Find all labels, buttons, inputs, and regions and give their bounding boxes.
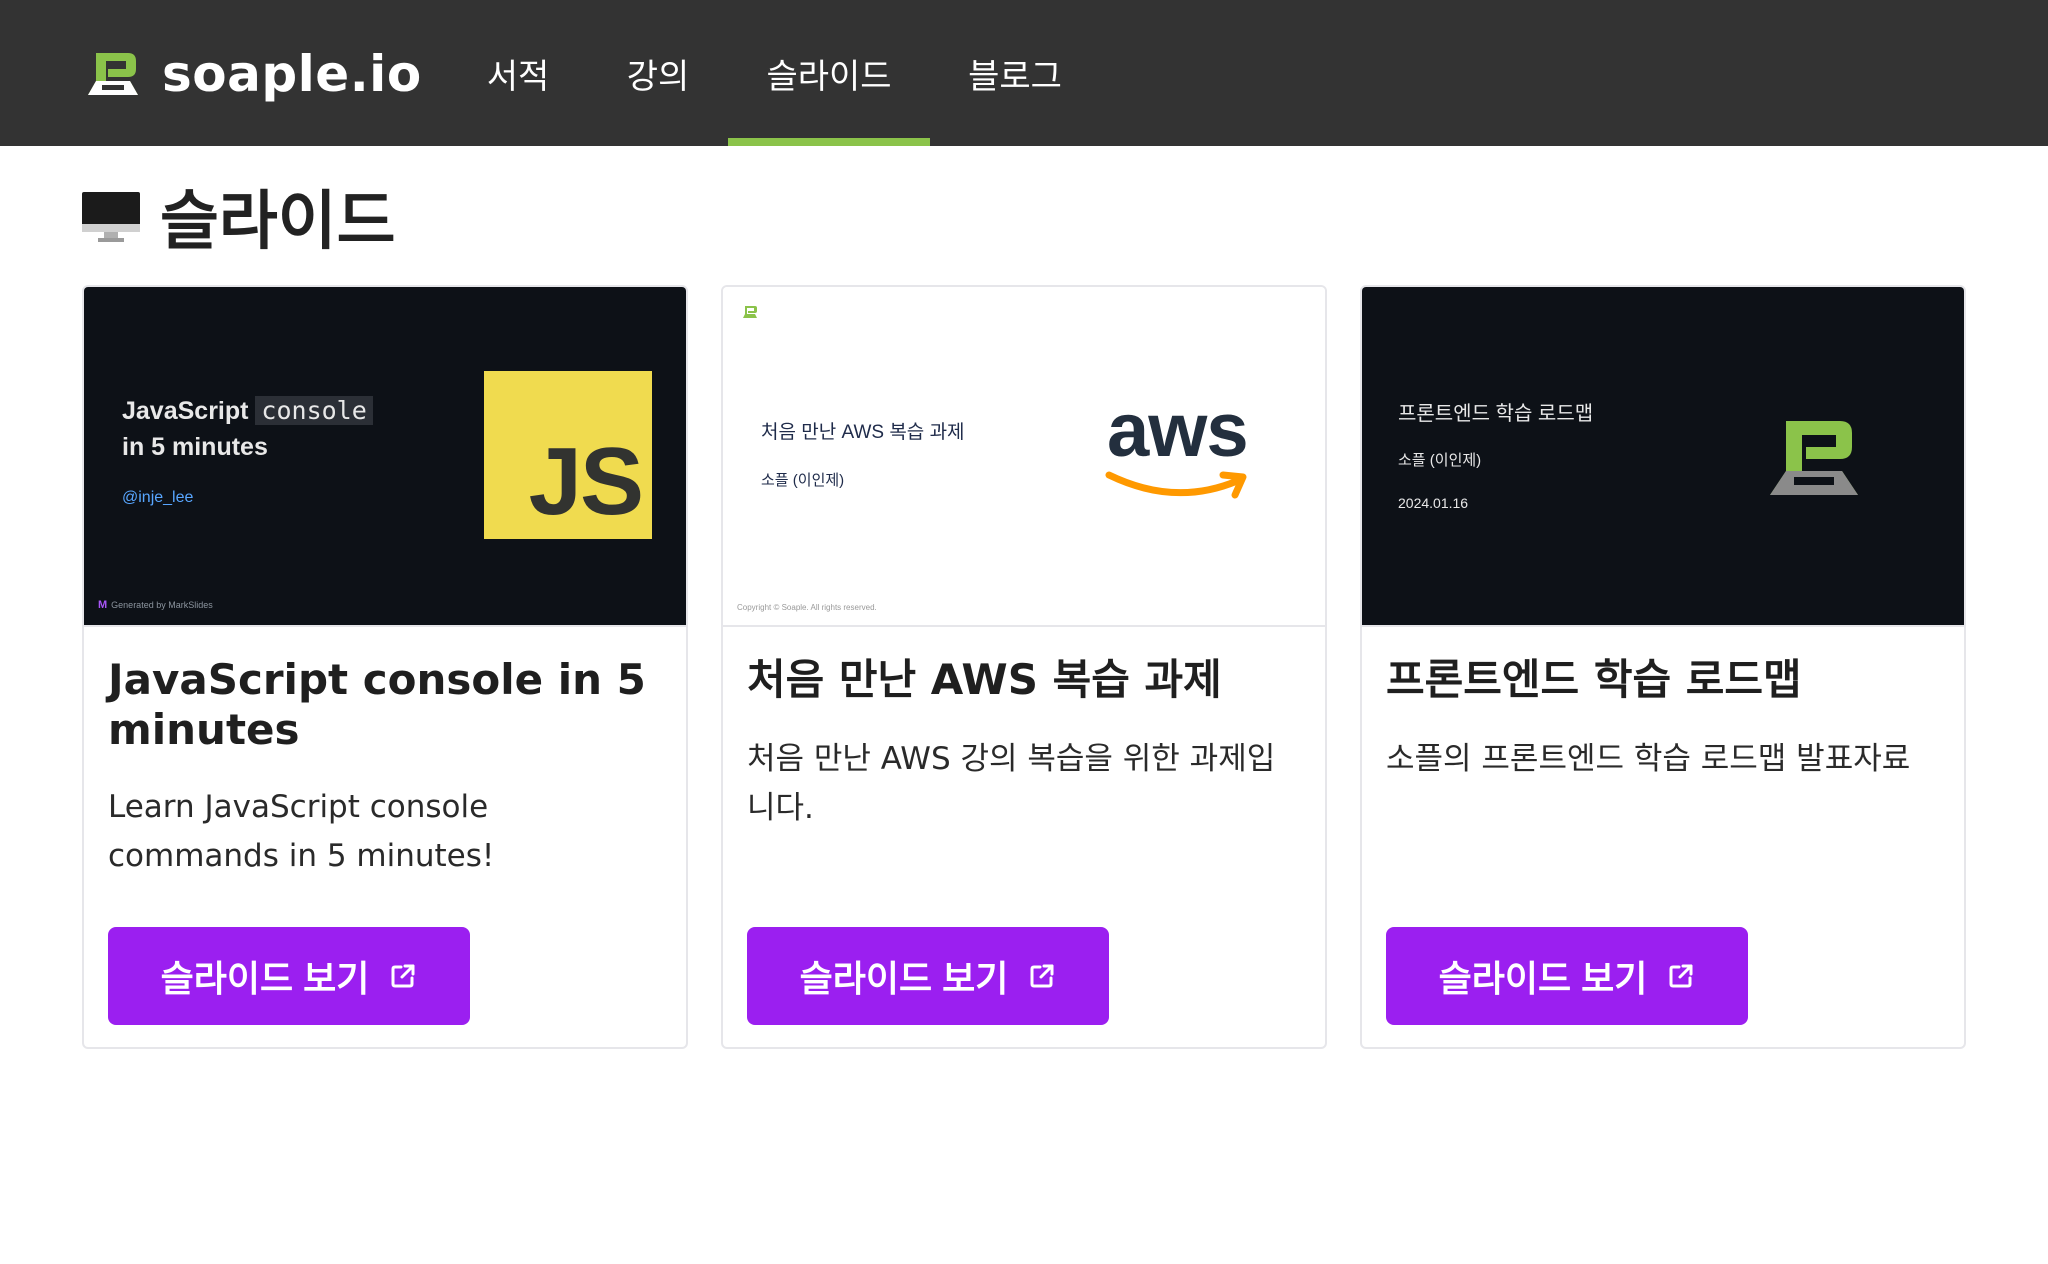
page-title: 슬라이드: [160, 185, 396, 259]
page-heading: 슬라이드: [80, 176, 396, 259]
thumb-author: 소플 (이인제): [761, 472, 845, 489]
thumb-title-code: console: [255, 396, 373, 425]
card-description: 처음 만난 AWS 강의 복습을 위한 과제입니다.: [747, 741, 1276, 826]
soaple-logo-icon: [1770, 421, 1858, 495]
slide-thumbnail[interactable]: 프론트엔드 학습 로드맵 소플 (이인제) 2024.01.16: [1362, 287, 1964, 627]
thumb-footer: M Generated by MarkSlides: [98, 599, 213, 611]
view-slide-button[interactable]: 슬라이드 보기: [108, 927, 470, 1025]
markslides-logo-icon: M: [98, 599, 108, 611]
slide-thumbnail[interactable]: 처음 만난 AWS 복습 과제 소플 (이인제) aws Copyright ©…: [723, 287, 1325, 627]
thumb-author: 소플 (이인제): [1398, 452, 1482, 469]
card-title: JavaScript console in 5 minutes: [108, 655, 646, 754]
view-slide-button[interactable]: 슬라이드 보기: [1386, 927, 1748, 1025]
slide-card: JavaScript console in 5 minutes @inje_le…: [82, 285, 688, 1049]
top-navbar: soaple.io 서적 강의 슬라이드 블로그: [0, 0, 2048, 146]
nav-item-label: 서적: [486, 56, 550, 97]
thumb-title: 프론트엔드 학습 로드맵: [1398, 403, 1594, 425]
nav-item-label: 블로그: [968, 56, 1062, 97]
soaple-logo-icon: [88, 53, 138, 95]
thumb-title: 처음 만난 AWS 복습 과제: [761, 422, 965, 443]
desktop-computer-icon: [82, 192, 140, 242]
thumb-title: JavaScript console in 5 minutes: [122, 393, 373, 465]
brand-name: soaple.io: [162, 45, 422, 103]
nav-item-books[interactable]: 서적: [468, 0, 568, 146]
external-link-icon: [1030, 964, 1054, 988]
card-description: Learn JavaScript console commands in 5 m…: [108, 789, 495, 874]
nav-item-label: 슬라이드: [766, 56, 892, 97]
thumb-title-line2: in 5 minutes: [122, 433, 268, 461]
view-slide-button-label: 슬라이드 보기: [799, 958, 1009, 999]
brand-link[interactable]: soaple.io: [84, 45, 422, 103]
external-link-icon: [1669, 964, 1693, 988]
thumb-footer-text: Copyright © Soaple. All rights reserved.: [737, 603, 877, 612]
slide-card: 처음 만난 AWS 복습 과제 소플 (이인제) aws Copyright ©…: [721, 285, 1327, 1049]
javascript-logo-text: JS: [528, 428, 644, 535]
view-slide-button[interactable]: 슬라이드 보기: [747, 927, 1109, 1025]
soaple-logo-icon: [743, 306, 757, 318]
nav-item-label: 강의: [626, 56, 690, 97]
slide-card: 프론트엔드 학습 로드맵 소플 (이인제) 2024.01.16 프론트엔드 학…: [1360, 285, 1966, 1049]
javascript-logo-icon: JS: [484, 371, 652, 539]
nav-item-lectures[interactable]: 강의: [608, 0, 708, 146]
view-slide-button-label: 슬라이드 보기: [160, 958, 370, 999]
nav-item-blog[interactable]: 블로그: [950, 0, 1080, 146]
slide-thumbnail[interactable]: JavaScript console in 5 minutes @inje_le…: [84, 287, 686, 627]
external-link-icon: [391, 964, 415, 988]
thumb-footer-text: Generated by MarkSlides: [111, 600, 213, 610]
thumb-author-handle: @inje_lee: [122, 489, 194, 506]
nav-item-slides[interactable]: 슬라이드: [728, 0, 930, 146]
card-title: 처음 만난 AWS 복습 과제: [747, 655, 1222, 704]
view-slide-button-label: 슬라이드 보기: [1438, 958, 1648, 999]
aws-logo-text: aws: [1107, 388, 1249, 473]
thumb-title-prefix: JavaScript: [122, 397, 249, 425]
card-title: 프론트엔드 학습 로드맵: [1386, 655, 1802, 704]
aws-smile-icon: [1105, 471, 1247, 499]
card-description: 소플의 프론트엔드 학습 로드맵 발표자료: [1386, 741, 1911, 777]
thumb-date: 2024.01.16: [1398, 495, 1469, 511]
